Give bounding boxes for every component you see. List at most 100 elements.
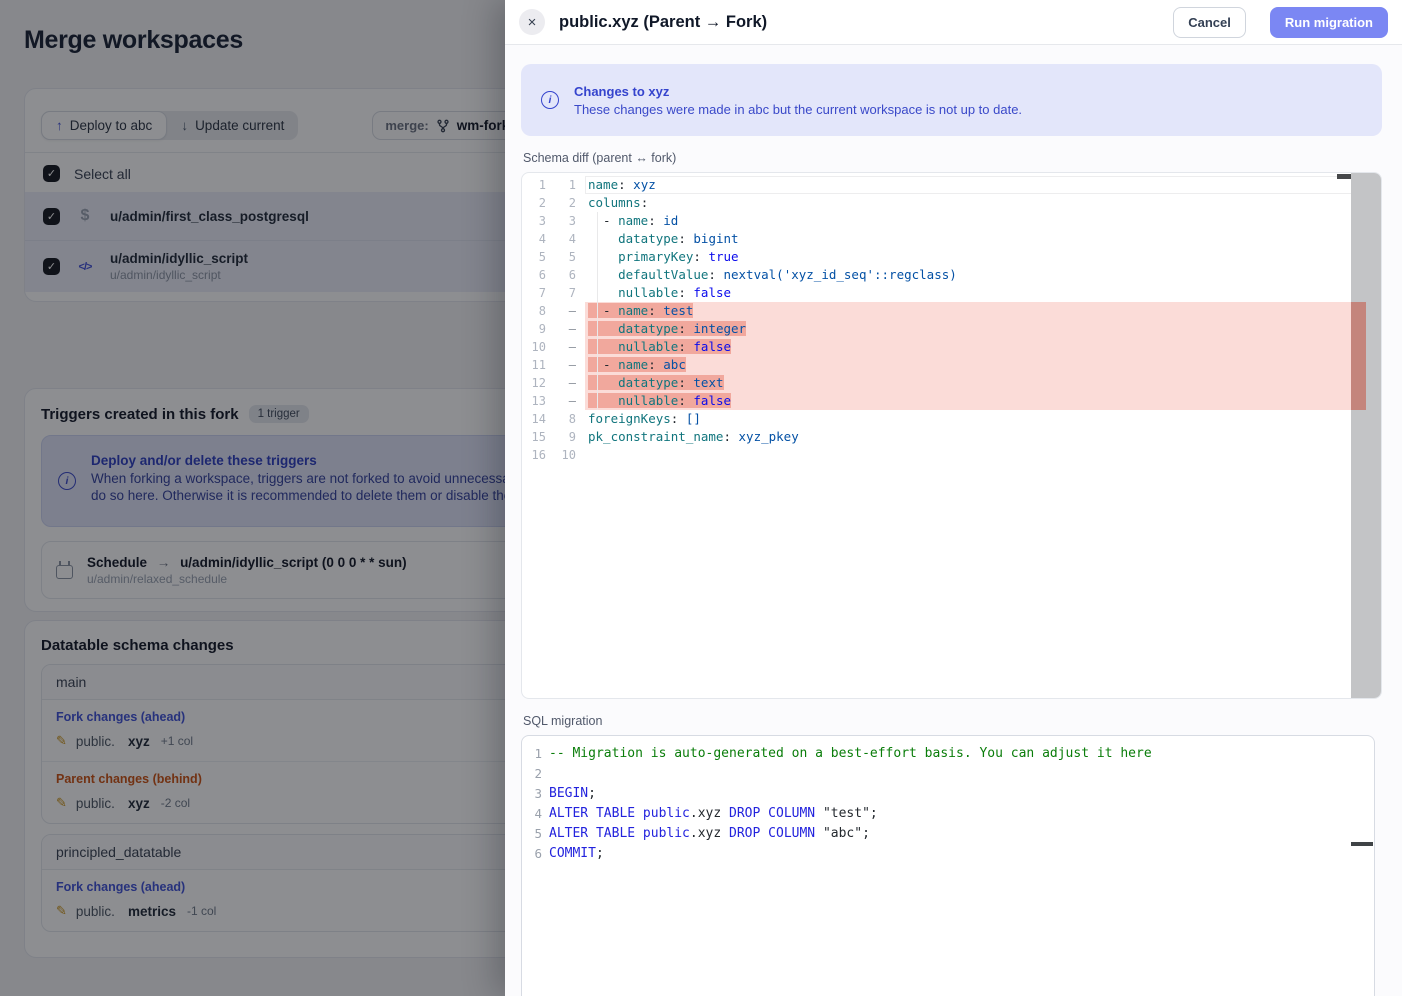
line-number-original: 9	[522, 320, 546, 338]
line-number-modified: 10	[546, 446, 585, 464]
close-icon[interactable]: ×	[519, 9, 545, 35]
code-token: :	[648, 303, 663, 318]
code-token: ALTER TABLE public	[549, 806, 690, 821]
line-number-modified: 4	[546, 230, 585, 248]
scrollbar-thumb[interactable]	[1337, 174, 1351, 179]
code-token: []	[686, 411, 701, 426]
diff-line-text: defaultValue: nextval('xyz_id_seq'::regc…	[588, 267, 957, 282]
code-token: name	[618, 303, 648, 318]
diff-line: 11name: xyz	[522, 176, 1381, 194]
diff-line-text: datatype: bigint	[588, 231, 739, 246]
diff-line-content: - name: test	[585, 302, 1381, 320]
sql-line: 2	[522, 764, 1374, 784]
line-number-original: 8	[522, 302, 546, 320]
line-number-original: 13	[522, 392, 546, 410]
line-number-modified: 2	[546, 194, 585, 212]
sql-line-content: ALTER TABLE public.xyz DROP COLUMN "abc"…	[542, 824, 1374, 844]
line-number-original: 5	[522, 248, 546, 266]
code-token	[588, 339, 618, 354]
line-number-original: 4	[522, 230, 546, 248]
scrollbar-thumb[interactable]	[1351, 842, 1373, 846]
code-token: false	[693, 285, 731, 300]
code-token: primaryKey	[618, 249, 693, 264]
changes-banner: i Changes to xyz These changes were made…	[521, 64, 1382, 136]
diff-line-text: - name: abc	[588, 357, 686, 372]
code-token: name	[618, 357, 648, 372]
code-token: abc	[663, 357, 686, 372]
code-token: "test";	[815, 806, 878, 821]
diff-line: 12— datatype: text	[522, 374, 1381, 392]
diff-line: 77 nullable: false	[522, 284, 1381, 302]
code-token: ;	[596, 846, 604, 861]
line-number-modified: 3	[546, 212, 585, 230]
diff-line: 10— nullable: false	[522, 338, 1381, 356]
diff-line-content: nullable: false	[585, 338, 1381, 356]
line-number-modified: —	[546, 356, 585, 374]
code-token	[588, 267, 618, 282]
code-token: :	[678, 285, 693, 300]
code-token: -	[588, 303, 618, 318]
schema-diff-editor[interactable]: 11name: xyz22columns:33 - name: id44 dat…	[521, 172, 1382, 699]
diff-line-text: name: xyz	[588, 177, 656, 192]
code-token: :	[723, 429, 738, 444]
code-token: ALTER TABLE public	[549, 826, 690, 841]
code-token: false	[693, 393, 731, 408]
sql-line: 6COMMIT;	[522, 844, 1374, 864]
code-token: xyz	[633, 177, 656, 192]
line-number-original: 1	[522, 176, 546, 194]
line-number-modified: 6	[546, 266, 585, 284]
run-migration-button[interactable]: Run migration	[1270, 7, 1388, 38]
code-token: :	[618, 177, 633, 192]
code-token: pk_constraint_name	[588, 429, 723, 444]
code-token	[588, 393, 618, 408]
diff-overview-ruler[interactable]	[1351, 173, 1381, 698]
info-icon: i	[541, 91, 559, 109]
code-token: datatype	[618, 321, 678, 336]
diff-line-content: datatype: text	[585, 374, 1381, 392]
diff-line: 9— datatype: integer	[522, 320, 1381, 338]
code-token: :	[648, 213, 663, 228]
diff-line-content: columns:	[585, 194, 1381, 212]
code-token	[588, 231, 618, 246]
diff-line: 55 primaryKey: true	[522, 248, 1381, 266]
line-number-modified: —	[546, 392, 585, 410]
sql-line: 4ALTER TABLE public.xyz DROP COLUMN "tes…	[522, 804, 1374, 824]
sql-line-content: -- Migration is auto-generated on a best…	[542, 744, 1374, 764]
modal-title: public.xyz (Parent → Fork)	[559, 13, 1159, 32]
diff-line-content: defaultValue: nextval('xyz_id_seq'::regc…	[585, 266, 1381, 284]
code-token: integer	[693, 321, 746, 336]
code-token: :	[641, 195, 649, 210]
diff-line-content: datatype: integer	[585, 320, 1381, 338]
diff-line-text: datatype: text	[588, 375, 724, 390]
migration-modal: × public.xyz (Parent → Fork) Cancel Run …	[505, 0, 1402, 996]
diff-line-text: nullable: false	[588, 339, 731, 354]
line-number-original: 3	[522, 212, 546, 230]
line-number-original: 16	[522, 446, 546, 464]
code-token	[588, 375, 618, 390]
code-token: name	[588, 177, 618, 192]
code-token: -- Migration is auto-generated on a best…	[549, 746, 1152, 761]
code-token: id	[663, 213, 678, 228]
line-number-modified: 8	[546, 410, 585, 428]
line-number: 1	[522, 744, 542, 764]
code-token: DROP COLUMN	[729, 806, 815, 821]
sql-migration-editor[interactable]: 1 -- Migration is auto-generated on a bes…	[521, 735, 1375, 996]
code-token: bigint	[693, 231, 738, 246]
code-token: nullable	[618, 393, 678, 408]
line-number-original: 7	[522, 284, 546, 302]
diff-line-text: nullable: false	[588, 285, 731, 300]
line-number-modified: —	[546, 320, 585, 338]
diff-line: 66 defaultValue: nextval('xyz_id_seq'::r…	[522, 266, 1381, 284]
line-number-original: 10	[522, 338, 546, 356]
banner-title: Changes to xyz	[574, 84, 1022, 99]
diff-line-text: - name: id	[588, 213, 678, 228]
sql-line: 3BEGIN;	[522, 784, 1374, 804]
line-number: 3	[522, 784, 542, 804]
cancel-button[interactable]: Cancel	[1173, 7, 1246, 38]
diff-line-content: - name: abc	[585, 356, 1381, 374]
diff-line-content: primaryKey: true	[585, 248, 1381, 266]
code-token: text	[693, 375, 723, 390]
line-number-modified: —	[546, 302, 585, 320]
line-number-modified: 7	[546, 284, 585, 302]
diff-line-text: primaryKey: true	[588, 249, 739, 264]
